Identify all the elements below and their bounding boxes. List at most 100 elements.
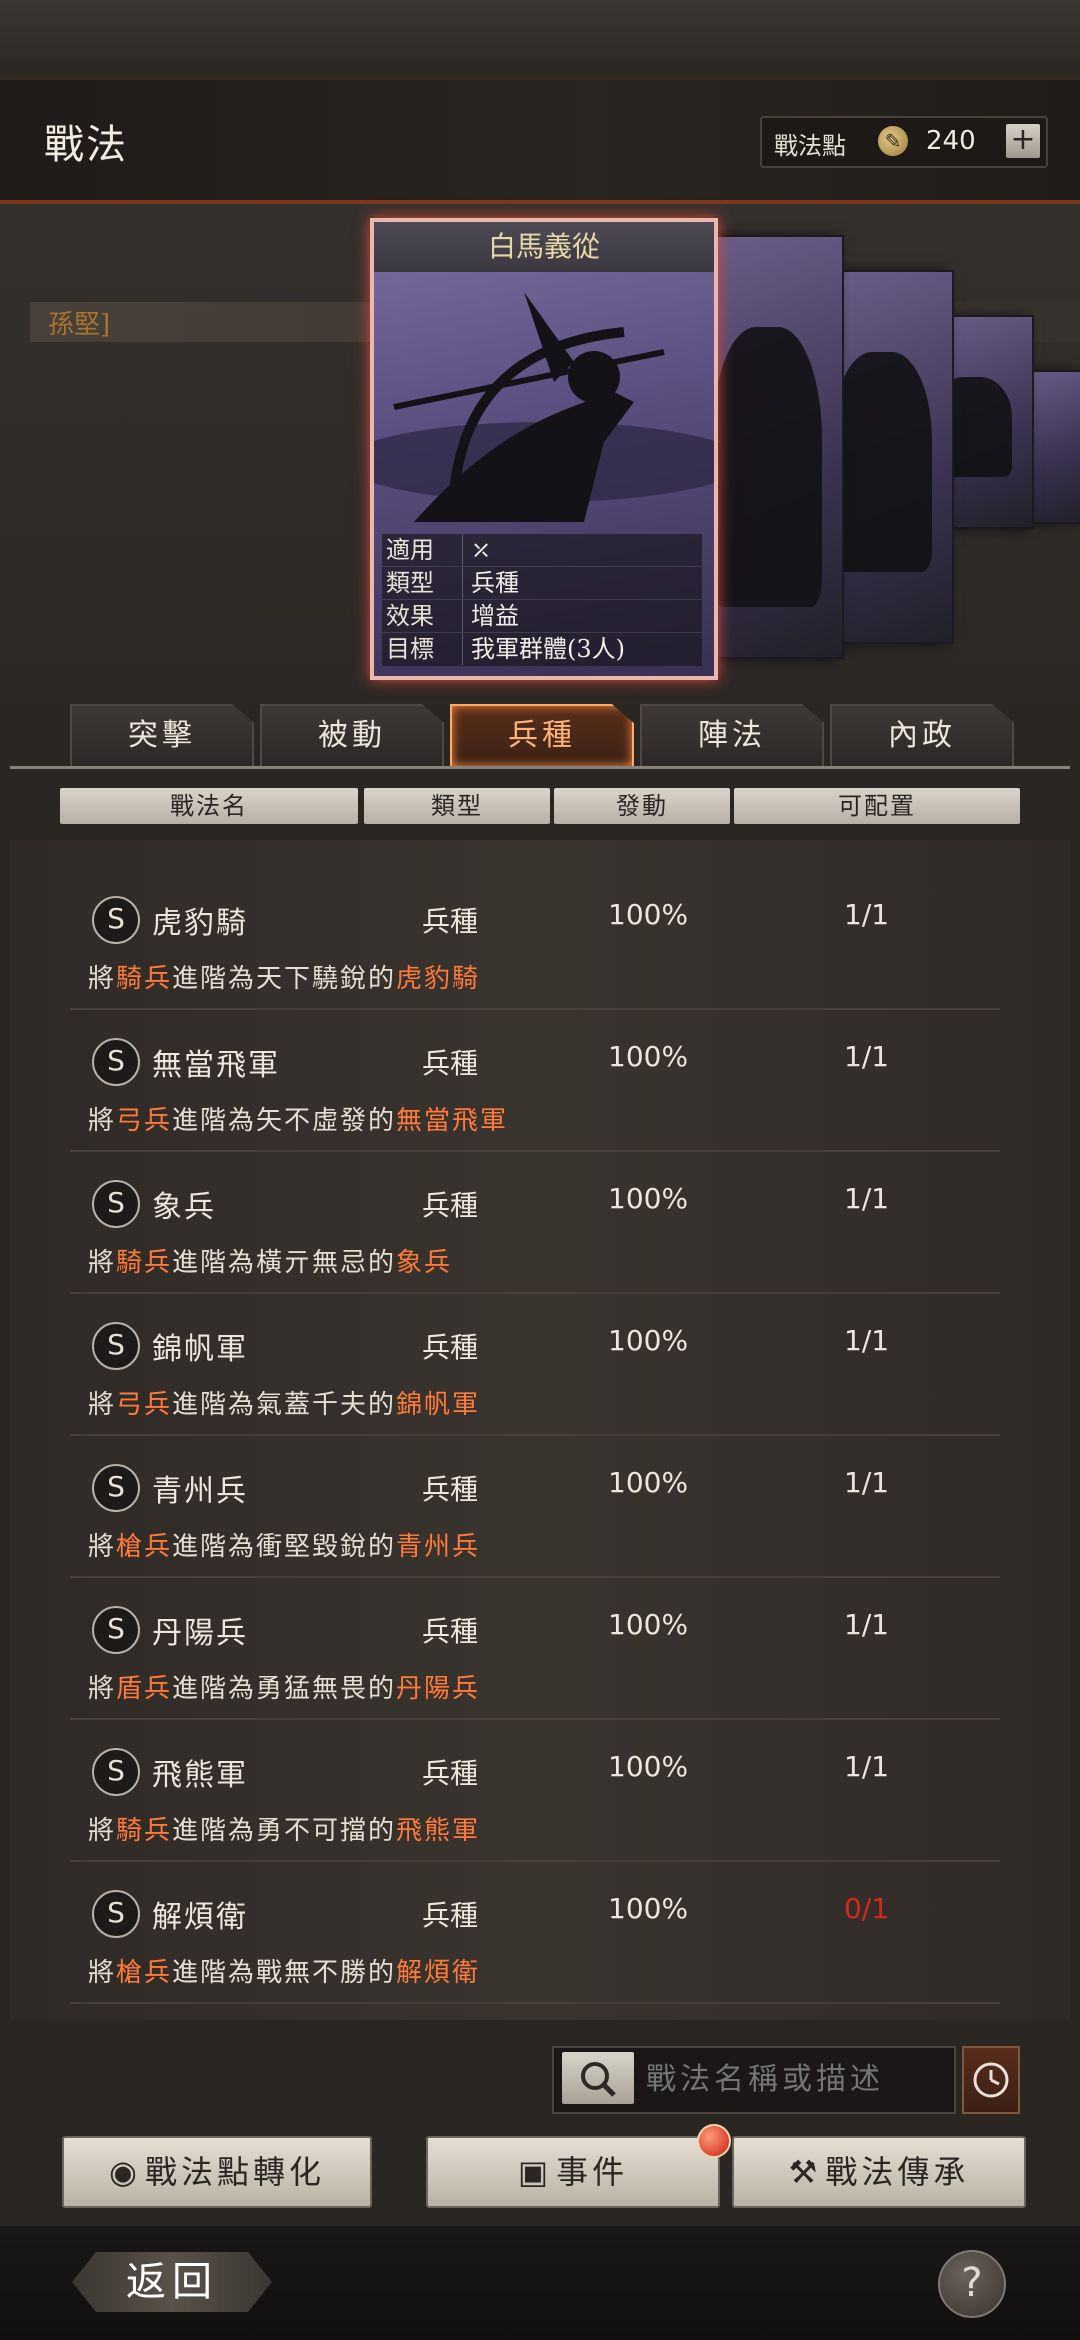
list-item[interactable]: S 虎豹騎 兵種 100% 1/1 將騎兵進階為天下驍銳的虎豹騎: [70, 868, 1000, 1010]
tactic-rate: 100%: [608, 1040, 689, 1073]
bow-icon: ⤫: [462, 534, 491, 566]
history-button[interactable]: [962, 2046, 1020, 2114]
info-row-effect: 效果 增益: [382, 600, 702, 633]
tactic-count: 1/1: [844, 1750, 890, 1783]
stacked-card[interactable]: [700, 235, 844, 659]
list-item[interactable]: S 丹陽兵 兵種 100% 1/1 將盾兵進階為勇猛無畏的丹陽兵: [70, 1578, 1000, 1720]
column-header-available[interactable]: 可配置: [734, 788, 1020, 824]
clock-icon: [973, 2062, 1009, 2098]
info-row-apply: 適用 ⤫: [382, 534, 702, 567]
tab-divider: [10, 766, 1070, 769]
tactic-count: 1/1: [844, 1608, 890, 1641]
s-rank-badge: S: [92, 1606, 140, 1654]
convert-label: 戰法點轉化: [144, 2153, 325, 2191]
info-key: 目標: [386, 635, 434, 663]
search-input[interactable]: [644, 2054, 948, 2104]
notification-dot: [697, 2124, 731, 2158]
flame-icon: ◉: [109, 2153, 141, 2191]
tactic-name: 無當飛軍: [152, 1048, 280, 1083]
help-button[interactable]: ?: [938, 2250, 1006, 2318]
top-banner: [0, 0, 1080, 80]
tactic-name: 丹陽兵: [152, 1616, 248, 1651]
tactic-rate: 100%: [608, 1182, 689, 1215]
tactic-count: 1/1: [844, 1040, 890, 1073]
featured-tactic-card[interactable]: 白馬義從 適用 ⤫ 類型 兵種 效果 增益 目標 我軍群體(3人): [370, 218, 718, 680]
tactic-count: 0/1: [844, 1892, 890, 1925]
tab-passive[interactable]: 被動: [260, 704, 444, 766]
list-item[interactable]: S 解煩衛 兵種 100% 0/1 將槍兵進階為戰無不勝的解煩衛: [70, 1862, 1000, 2004]
tactic-type: 兵種: [422, 1189, 479, 1222]
inherit-button[interactable]: ⚒ 戰法傳承: [732, 2136, 1026, 2208]
s-rank-badge: S: [92, 1890, 140, 1938]
tactic-rate: 100%: [608, 1750, 689, 1783]
tab-troop-type[interactable]: 兵種: [450, 704, 634, 768]
event-button[interactable]: ▣ 事件: [426, 2136, 720, 2208]
tactic-count: 1/1: [844, 1182, 890, 1215]
general-name[interactable]: 孫堅]: [48, 304, 110, 341]
s-rank-badge: S: [92, 1038, 140, 1086]
tactic-type: 兵種: [422, 1615, 479, 1648]
column-header-name[interactable]: 戰法名: [60, 788, 358, 824]
tactic-description: 將盾兵進階為勇猛無畏的丹陽兵: [88, 1674, 481, 1704]
list-item[interactable]: S 錦帆軍 兵種 100% 1/1 將弓兵進階為氣蓋千夫的錦帆軍: [70, 1294, 1000, 1436]
tactic-type: 兵種: [422, 905, 479, 938]
list-item[interactable]: S 飛熊軍 兵種 100% 1/1 將騎兵進階為勇不可擋的飛熊軍: [70, 1720, 1000, 1862]
tactic-count: 1/1: [844, 1466, 890, 1499]
column-header-type[interactable]: 類型: [364, 788, 550, 824]
s-rank-badge: S: [92, 1748, 140, 1796]
search-icon: [581, 2062, 616, 2097]
tactic-name: 飛熊軍: [152, 1758, 248, 1793]
s-rank-badge: S: [92, 896, 140, 944]
s-rank-badge: S: [92, 1322, 140, 1370]
tactic-points-box: 戰法點 ✎ 240 +: [760, 116, 1048, 168]
tactic-name: 錦帆軍: [152, 1332, 248, 1367]
tactic-type: 兵種: [422, 1473, 479, 1506]
add-points-button[interactable]: +: [1006, 124, 1040, 158]
tactic-description: 將槍兵進階為戰無不勝的解煩衛: [88, 1958, 481, 1988]
tactic-description: 將槍兵進階為衝堅毀銳的青州兵: [88, 1532, 481, 1562]
tactic-name: 青州兵: [152, 1474, 248, 1509]
category-tabs: 突擊 被動 兵種 陣法 內政: [0, 700, 1080, 770]
convert-points-button[interactable]: ◉ 戰法點轉化: [62, 2136, 372, 2208]
list-item[interactable]: S 青州兵 兵種 100% 1/1 將槍兵進階為衝堅毀銳的青州兵: [70, 1436, 1000, 1578]
tactic-type: 兵種: [422, 1047, 479, 1080]
info-key: 效果: [386, 602, 434, 630]
s-rank-badge: S: [92, 1180, 140, 1228]
tactic-rate: 100%: [608, 1608, 689, 1641]
search-button[interactable]: [562, 2052, 634, 2104]
tactic-description: 將弓兵進階為矢不虛發的無當飛軍: [88, 1106, 509, 1136]
tab-internal-affairs[interactable]: 內政: [830, 704, 1014, 766]
info-value: 我軍群體(3人): [462, 633, 625, 665]
tactic-description: 將騎兵進階為天下驍銳的虎豹騎: [88, 964, 481, 994]
tactic-rate: 100%: [608, 1892, 689, 1925]
tab-formation[interactable]: 陣法: [640, 704, 824, 766]
archer-illustration: [374, 292, 714, 522]
tactic-count: 1/1: [844, 898, 890, 931]
info-key: 適用: [386, 536, 434, 564]
back-button[interactable]: 返回: [72, 2252, 272, 2312]
info-key: 類型: [386, 569, 434, 597]
tab-assault[interactable]: 突擊: [70, 704, 254, 766]
tactic-rate: 100%: [608, 1466, 689, 1499]
card-title: 白馬義從: [374, 222, 714, 272]
points-label: 戰法點: [774, 132, 846, 160]
s-rank-badge: S: [92, 1464, 140, 1512]
points-value: 240: [926, 126, 976, 156]
info-value: 增益: [462, 600, 519, 632]
tactic-description: 將弓兵進階為氣蓋千夫的錦帆軍: [88, 1390, 481, 1420]
info-row-type: 類型 兵種: [382, 567, 702, 600]
coin-icon: ✎: [878, 126, 908, 156]
list-item[interactable]: S 無當飛軍 兵種 100% 1/1 將弓兵進階為矢不虛發的無當飛軍: [70, 1010, 1000, 1152]
inherit-label: 戰法傳承: [825, 2153, 970, 2191]
tactic-name: 虎豹騎: [152, 906, 248, 941]
page-title: 戰法: [44, 122, 128, 168]
tactic-count: 1/1: [844, 1324, 890, 1357]
tactic-rate: 100%: [608, 1324, 689, 1357]
tactic-type: 兵種: [422, 1899, 479, 1932]
tactic-name: 解煩衛: [152, 1900, 248, 1935]
event-label: 事件: [556, 2153, 629, 2191]
list-item[interactable]: S 象兵 兵種 100% 1/1 將騎兵進階為橫亓無忌的象兵: [70, 1152, 1000, 1294]
info-value: 兵種: [462, 567, 519, 599]
column-header-trigger[interactable]: 發動: [554, 788, 730, 824]
tactic-description: 將騎兵進階為勇不可擋的飛熊軍: [88, 1816, 481, 1846]
